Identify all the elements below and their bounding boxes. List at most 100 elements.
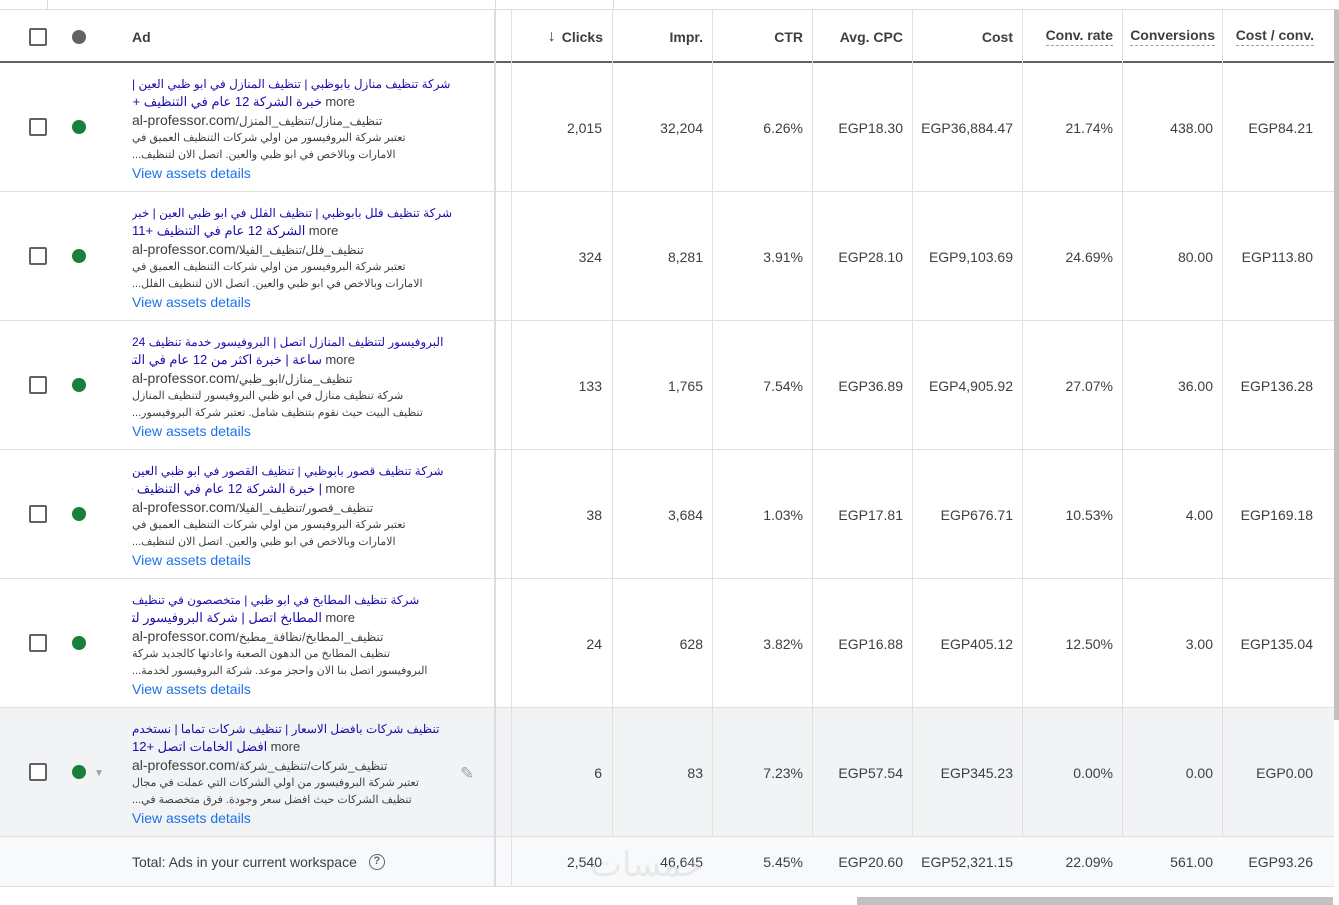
- row-avg-cpc: EGP17.81: [838, 506, 903, 523]
- edit-pencil-icon[interactable]: ✎: [460, 764, 478, 783]
- table-row[interactable]: شركة تنظيف فلل بابوظبي | تنظيف الفلل في …: [0, 192, 1334, 321]
- table-header: Ad ↓ Clicks Impr. CTR Avg. CPC Cost Conv…: [0, 10, 1334, 63]
- select-all-checkbox[interactable]: [29, 28, 47, 46]
- row-cost: EGP676.71: [940, 506, 1013, 523]
- header-conv-rate-label: Conv. rate: [1045, 27, 1113, 46]
- view-assets-details-link[interactable]: View assets details: [132, 809, 452, 827]
- ad-headline[interactable]: شركة تنظيف المطابخ في ابو ظبي | متخصصون …: [132, 591, 452, 609]
- row-conversions: 80.00: [1177, 248, 1213, 265]
- header-avg-cpc[interactable]: Avg. CPC: [813, 10, 913, 63]
- horizontal-scrollbar[interactable]: [857, 897, 1333, 905]
- ad-path: /تنظيف_منازل/تنظيف_المنزل: [235, 114, 383, 128]
- ad-description-line: تنظيف البيت حيث نقوم بتنظيف شامل. تعتبر …: [132, 407, 423, 419]
- row-impr: 8,281: [667, 248, 703, 265]
- status-column-icon: [72, 30, 86, 44]
- ad-description-line: الامارات وبالاخص في ابو ظبي والعين. اتصل…: [132, 149, 396, 161]
- sort-down-icon: ↓: [547, 27, 556, 45]
- ad-headline-2[interactable]: ساعة | خبرة اكثر من 12 عام في التنظيف +1…: [132, 351, 322, 369]
- row-checkbox[interactable]: [29, 634, 47, 652]
- row-ctr: 7.54%: [763, 377, 803, 394]
- view-assets-details-link[interactable]: View assets details: [132, 422, 452, 440]
- status-enabled-icon[interactable]: [72, 378, 86, 392]
- ad-headline-more: ساعة | خبرة اكثر من 12 عام في التنظيف +1…: [132, 351, 452, 369]
- total-cost: EGP52,321.15: [921, 854, 1013, 870]
- ad-preview: شركة تنظيف منازل بابوظبي | تنظيف المنازل…: [132, 75, 452, 182]
- vertical-scrollbar[interactable]: [1334, 10, 1339, 720]
- ad-headline-2[interactable]: الشركة 12 عام في التنظيف +11: [132, 222, 305, 240]
- ad-description-line: تنظيف الشركات حيث افضل سعر وجودة. فرق مت…: [132, 794, 412, 806]
- ad-headline-2[interactable]: | خبرة الشركة 12 عام في التنظيف +11: [132, 480, 322, 498]
- row-clicks: 324: [578, 248, 602, 265]
- help-icon[interactable]: ?: [368, 854, 385, 870]
- table-row[interactable]: ▼ تنظيف شركات بافضل الاسعار | تنظيف شركات…: [0, 708, 1334, 837]
- ad-headline[interactable]: شركة تنظيف منازل بابوظبي | تنظيف المنازل…: [132, 75, 452, 93]
- ad-more-link[interactable]: more: [325, 94, 355, 109]
- table-row[interactable]: شركة تنظيف منازل بابوظبي | تنظيف المنازل…: [0, 63, 1334, 192]
- header-ad[interactable]: Ad: [132, 10, 432, 63]
- row-checkbox[interactable]: [29, 376, 47, 394]
- status-enabled-icon[interactable]: [72, 765, 86, 779]
- ad-description-line: تعتبر شركة البروفيسور من اولي الشركات ال…: [132, 777, 419, 789]
- total-label: Total: Ads in your current workspace ?: [132, 837, 385, 887]
- ad-more-link[interactable]: more: [325, 610, 355, 625]
- status-enabled-icon[interactable]: [72, 636, 86, 650]
- header-cost-per-conv[interactable]: Cost / conv.: [1223, 10, 1334, 63]
- ad-headline-more: المطابخ اتصل | شركة البروفيسور لتنظيف ال…: [132, 609, 452, 627]
- ad-path: /تنظيف_المطابخ/نظافة_مطبخ: [235, 630, 384, 644]
- status-enabled-icon[interactable]: [72, 120, 86, 134]
- row-checkbox[interactable]: [29, 118, 47, 136]
- row-impr: 83: [687, 764, 703, 781]
- row-checkbox[interactable]: [29, 505, 47, 523]
- row-cost-per-conv: EGP136.28: [1240, 377, 1313, 394]
- row-impr: 628: [679, 635, 703, 652]
- header-conv-rate[interactable]: Conv. rate: [1023, 10, 1123, 63]
- view-assets-details-link[interactable]: View assets details: [132, 293, 452, 311]
- header-clicks[interactable]: ↓ Clicks: [512, 10, 613, 63]
- ad-more-link[interactable]: more: [325, 352, 355, 367]
- ad-headline[interactable]: شركة تنظيف قصور بابوظبي | تنظيف القصور ف…: [132, 462, 452, 480]
- row-avg-cpc: EGP18.30: [838, 119, 903, 136]
- row-avg-cpc: EGP16.88: [838, 635, 903, 652]
- ad-more-link[interactable]: more: [309, 223, 339, 238]
- ad-domain: al-professor.com: [132, 112, 236, 128]
- ad-headline-2[interactable]: المطابخ اتصل | شركة البروفيسور لتنظيف ال…: [132, 609, 322, 627]
- ad-more-link[interactable]: more: [271, 739, 301, 754]
- ad-headline-more: | خبرة الشركة 12 عام في التنظيف +11 more: [132, 480, 452, 498]
- ad-headline[interactable]: تنظيف شركات بافضل الاسعار | تنظيف شركات …: [132, 720, 452, 738]
- ad-headline[interactable]: البروفيسور لتنظيف المنازل اتصل | البروفي…: [132, 333, 452, 351]
- status-dropdown-icon[interactable]: ▼: [94, 768, 104, 779]
- ad-display-url: al-professor.com/تنظيف_فلل/تنظيف_الفيلا: [132, 240, 452, 259]
- view-assets-details-link[interactable]: View assets details: [132, 680, 452, 698]
- ad-headline-2[interactable]: افضل الخامات اتصل +12: [132, 738, 267, 756]
- header-cost[interactable]: Cost: [913, 10, 1023, 63]
- row-cost-per-conv: EGP0.00: [1256, 764, 1313, 781]
- status-enabled-icon[interactable]: [72, 507, 86, 521]
- row-clicks: 6: [594, 764, 602, 781]
- header-impr[interactable]: Impr.: [613, 10, 713, 63]
- header-ctr[interactable]: CTR: [713, 10, 813, 63]
- status-enabled-icon[interactable]: [72, 249, 86, 263]
- row-impr: 1,765: [667, 377, 703, 394]
- ad-headline-2[interactable]: خبرة الشركة 12 عام في التنظيف +12: [132, 93, 322, 111]
- ad-display-url: al-professor.com/تنظيف_منازل/تنظيف_المنز…: [132, 111, 452, 130]
- ad-path: /تنظيف_منازل/ابو_ظبي: [235, 372, 353, 386]
- table-row[interactable]: شركة تنظيف المطابخ في ابو ظبي | متخصصون …: [0, 579, 1334, 708]
- row-conv-rate: 0.00%: [1073, 764, 1113, 781]
- ad-description-line: الامارات وبالاخص في ابو ظبي والعين. اتصل…: [132, 278, 423, 290]
- row-conversions: 0.00: [1185, 764, 1213, 781]
- row-ctr: 6.26%: [763, 119, 803, 136]
- table-row[interactable]: البروفيسور لتنظيف المنازل اتصل | البروفي…: [0, 321, 1334, 450]
- view-assets-details-link[interactable]: View assets details: [132, 551, 452, 569]
- table-row[interactable]: شركة تنظيف قصور بابوظبي | تنظيف القصور ف…: [0, 450, 1334, 579]
- ad-description-line: البروفيسور اتصل بنا الان واحجز موعد. شرك…: [132, 665, 428, 677]
- ad-headline[interactable]: شركة تنظيف فلل بابوظبي | تنظيف الفلل في …: [132, 204, 452, 222]
- ad-more-link[interactable]: more: [325, 481, 355, 496]
- row-conversions: 4.00: [1185, 506, 1213, 523]
- row-checkbox[interactable]: [29, 247, 47, 265]
- view-assets-details-link[interactable]: View assets details: [132, 164, 452, 182]
- ad-domain: al-professor.com: [132, 499, 236, 515]
- row-avg-cpc: EGP36.89: [838, 377, 903, 394]
- row-cost: EGP36,884.47: [921, 119, 1013, 136]
- header-conversions[interactable]: Conversions: [1123, 10, 1223, 63]
- row-checkbox[interactable]: [29, 763, 47, 781]
